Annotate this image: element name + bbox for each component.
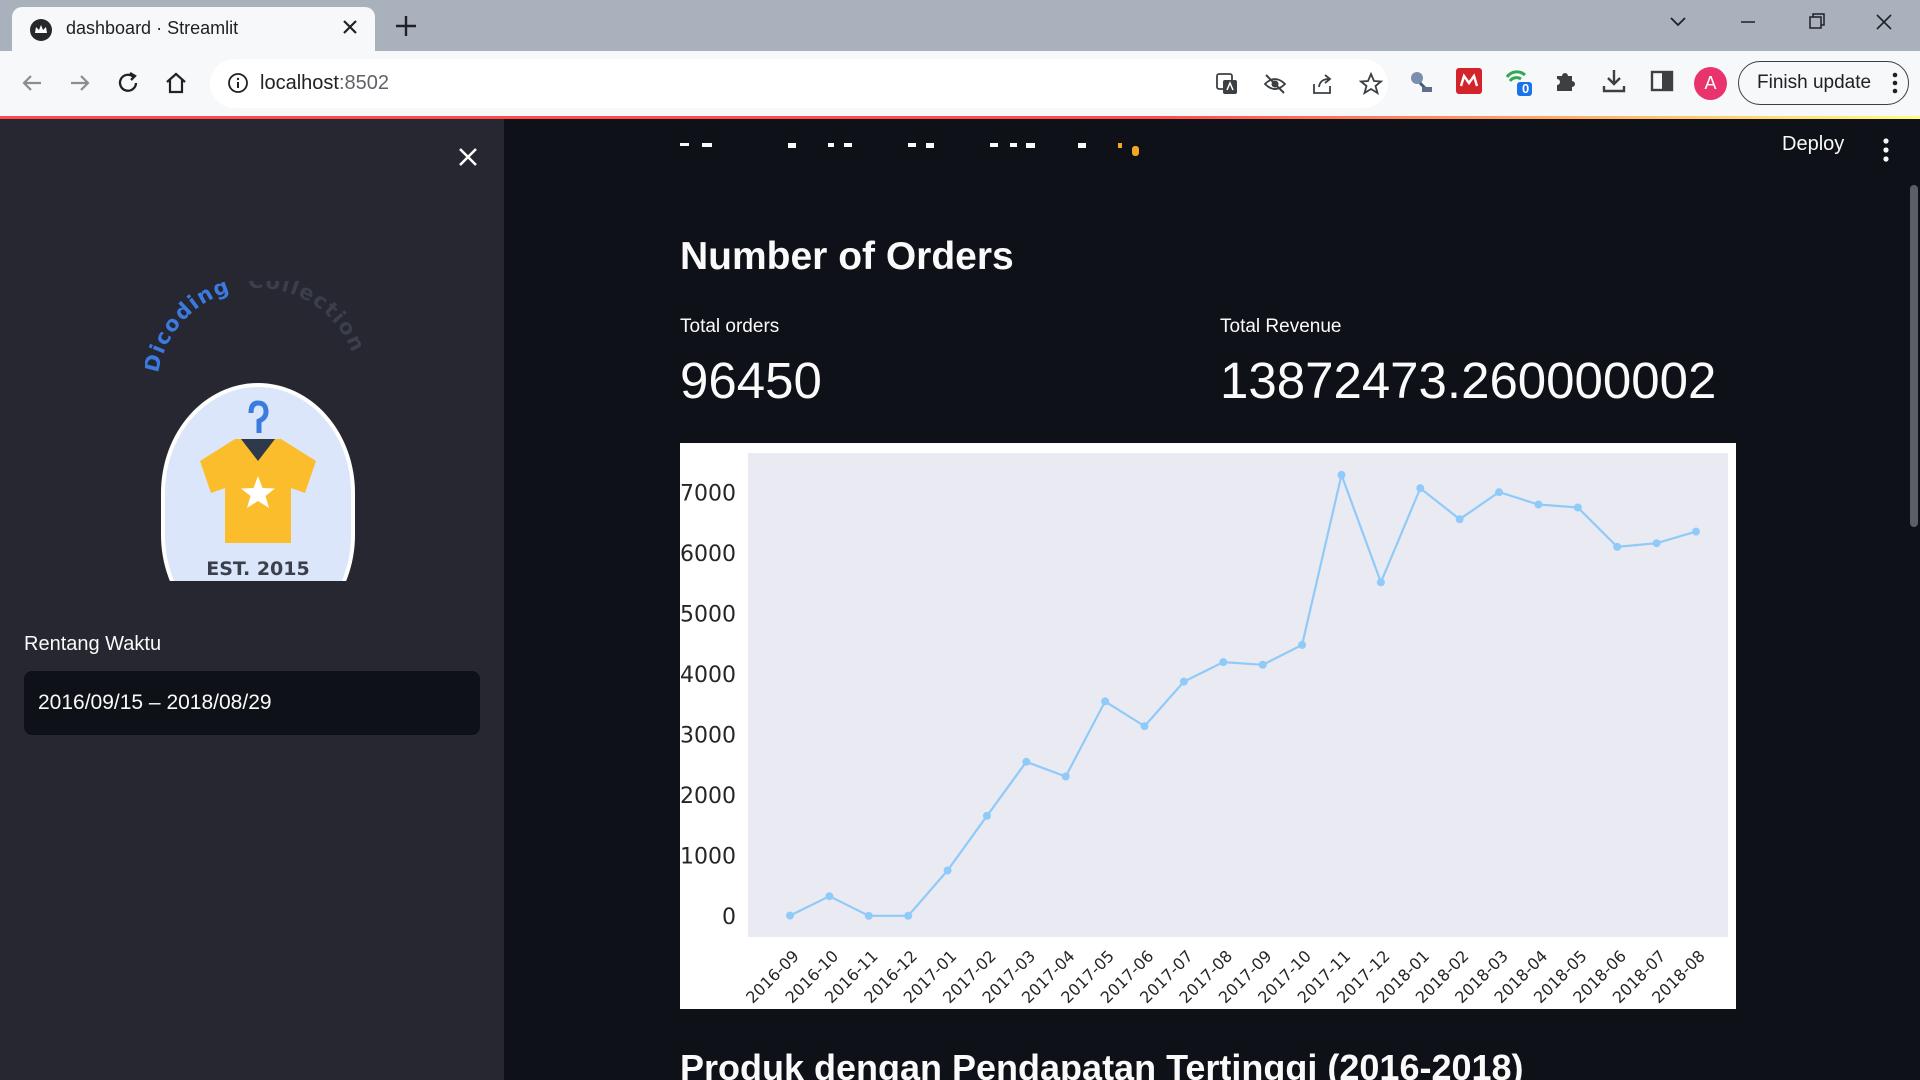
- home-icon[interactable]: [158, 65, 194, 101]
- address-bar[interactable]: localhost:8502: [210, 59, 1388, 108]
- svg-text:Dicoding Collection: Dicoding Collection: [145, 281, 370, 374]
- date-range-input[interactable]: 2016/09/15 – 2018/08/29: [24, 671, 480, 735]
- eye-slash-icon[interactable]: [1262, 71, 1288, 97]
- data-point: [825, 892, 834, 901]
- data-point: [1258, 660, 1267, 669]
- metric-value-total-orders: 96450: [680, 352, 822, 409]
- browser-toolbar: localhost:8502 0 A Finish update: [0, 51, 1920, 116]
- translate-icon[interactable]: [1214, 71, 1240, 97]
- data-point: [864, 911, 873, 920]
- brand-logo: Dicoding Collection EST. 2015: [139, 269, 371, 645]
- extension-mendeley-icon[interactable]: [1455, 67, 1483, 95]
- y-tick-label: 4000: [680, 663, 736, 688]
- y-tick-label: 0: [722, 905, 736, 930]
- orders-line-chart: 010002000300040005000600070002016-092016…: [680, 453, 1728, 1007]
- tab-close-icon[interactable]: [336, 13, 364, 41]
- data-point: [1534, 500, 1543, 509]
- finish-update-label: Finish update: [1757, 72, 1872, 93]
- date-range-label: Rentang Waktu: [24, 633, 162, 655]
- data-point: [1613, 542, 1622, 551]
- data-point: [1692, 527, 1700, 536]
- main-scrollbar[interactable]: [1910, 185, 1918, 527]
- close-window-icon[interactable]: [1862, 4, 1906, 40]
- url-port: :8502: [338, 72, 389, 94]
- data-point: [786, 911, 794, 920]
- browser-tab[interactable]: dashboard · Streamlit: [12, 7, 375, 51]
- logo-arc-text-1: Dicoding: [145, 281, 233, 374]
- extension-badge: 0: [1522, 81, 1530, 96]
- y-tick-label: 7000: [680, 481, 736, 506]
- profile-avatar[interactable]: A: [1694, 67, 1727, 100]
- browser-tab-strip: dashboard · Streamlit: [0, 0, 1920, 51]
- data-point: [1179, 677, 1188, 686]
- sidebar-close-icon[interactable]: [452, 141, 484, 173]
- data-point: [1061, 772, 1070, 781]
- metric-label-total-orders: Total orders: [680, 316, 780, 337]
- logo-arc-text-2: Collection: [248, 281, 370, 356]
- minimize-icon[interactable]: [1726, 4, 1770, 40]
- y-tick-label: 2000: [680, 784, 736, 809]
- data-point: [1652, 539, 1661, 548]
- url-host: localhost: [260, 72, 339, 94]
- y-tick-label: 6000: [680, 542, 736, 567]
- metric-label-total-revenue: Total Revenue: [1220, 316, 1342, 337]
- section-title: Number of Orders: [680, 235, 1014, 278]
- finish-update-button[interactable]: Finish update: [1738, 61, 1909, 105]
- tab-title: dashboard · Streamlit: [66, 18, 239, 38]
- data-point: [1101, 697, 1110, 706]
- data-point: [1416, 484, 1425, 493]
- data-point: [943, 866, 952, 875]
- sidebar: Dicoding Collection EST. 2015 Rentang Wa…: [0, 119, 504, 1080]
- data-point: [1298, 640, 1307, 649]
- extension-signal-icon[interactable]: 0: [1504, 67, 1532, 96]
- side-panel-icon[interactable]: [1648, 67, 1676, 95]
- bookmark-star-icon[interactable]: [1358, 71, 1384, 97]
- extension-satellite-icon[interactable]: [1406, 67, 1434, 95]
- download-icon[interactable]: [1600, 67, 1628, 95]
- reload-icon[interactable]: [110, 65, 146, 101]
- y-tick-label: 5000: [680, 602, 736, 627]
- extensions-puzzle-icon[interactable]: [1552, 67, 1580, 95]
- data-point: [1455, 515, 1464, 524]
- site-info-icon[interactable]: [226, 71, 250, 95]
- date-range-value: 2016/09/15 – 2018/08/29: [38, 691, 272, 714]
- data-point: [1140, 722, 1149, 731]
- browser-menu-dots-icon[interactable]: [1892, 71, 1898, 95]
- data-point: [1573, 503, 1582, 512]
- forward-arrow-icon[interactable]: [62, 65, 98, 101]
- data-point: [1376, 578, 1385, 587]
- share-icon[interactable]: [1310, 71, 1336, 97]
- scrolled-title-fragment: [680, 143, 1320, 163]
- main-content: Deploy Number of Orders Total orders 964…: [504, 119, 1920, 1080]
- new-tab-icon[interactable]: [390, 10, 422, 42]
- data-point: [1337, 470, 1346, 479]
- plot-area: [748, 453, 1728, 937]
- tab-search-chevron-icon[interactable]: [1656, 4, 1700, 40]
- restore-icon[interactable]: [1794, 4, 1838, 40]
- data-point: [1495, 488, 1504, 497]
- deploy-button[interactable]: Deploy: [1782, 133, 1844, 156]
- data-point: [1219, 658, 1228, 667]
- url-text: localhost:8502: [260, 72, 389, 95]
- back-arrow-icon[interactable]: [14, 65, 50, 101]
- data-point: [904, 911, 913, 920]
- metric-value-total-revenue: 13872473.260000002: [1220, 352, 1717, 409]
- y-tick-label: 1000: [680, 844, 736, 869]
- orders-chart: 0 1000 2000 3000 4000 5000 6000 7000 2016-09 2016…: [680, 443, 1736, 1009]
- app-menu-icon[interactable]: [1882, 137, 1890, 163]
- y-tick-label: 3000: [680, 723, 736, 748]
- next-section-title: Produk dengan Pendapatan Tertinggi (2016…: [680, 1047, 1524, 1080]
- streamlit-favicon-icon: [30, 19, 52, 41]
- logo-est-text: EST. 2015: [206, 558, 309, 580]
- data-point: [982, 811, 991, 820]
- data-point: [1022, 757, 1031, 766]
